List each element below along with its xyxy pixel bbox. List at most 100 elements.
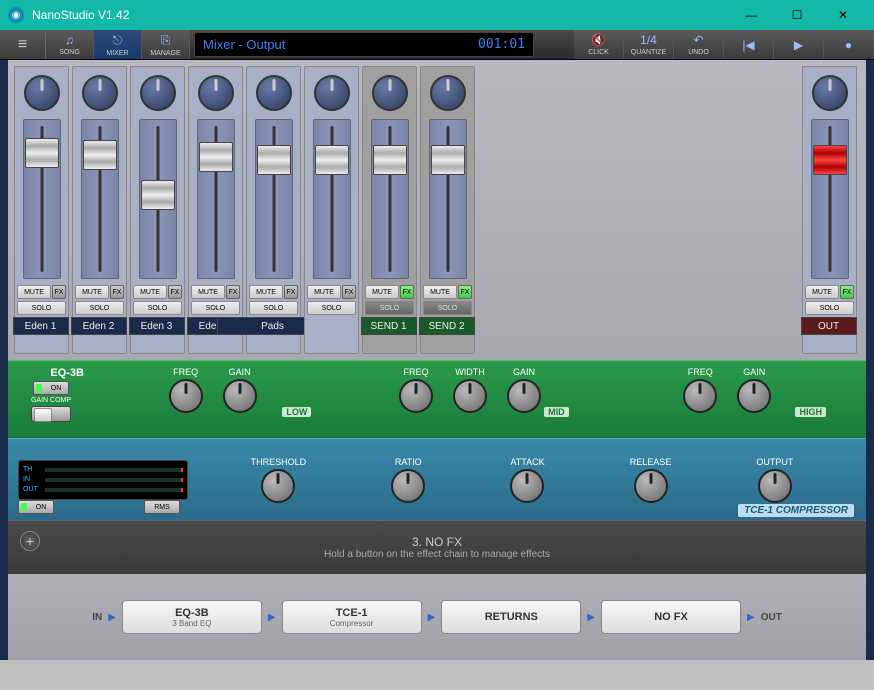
solo-button[interactable]: SOLO — [17, 301, 66, 315]
play-button[interactable]: ▶ — [774, 30, 824, 59]
solo-button[interactable]: SOLO — [191, 301, 240, 315]
chain-arrow-icon: ▶ — [747, 612, 755, 623]
pan-knob[interactable] — [372, 75, 408, 111]
fader-track[interactable] — [23, 119, 61, 279]
fader-handle[interactable] — [25, 138, 59, 168]
low-freq-knob[interactable] — [169, 379, 203, 413]
channel-pads-r: MUTEFX SOLO — [304, 66, 359, 354]
mixer-tab[interactable]: ⎋MIXER — [94, 30, 142, 59]
fader-track[interactable] — [81, 119, 119, 279]
comp-on-button[interactable]: ON — [18, 500, 54, 514]
maximize-button[interactable]: ☐ — [774, 0, 820, 30]
fader-handle[interactable] — [257, 145, 291, 175]
channel-label[interactable]: Eden 2 — [71, 317, 127, 335]
solo-button[interactable]: SOLO — [307, 301, 356, 315]
output-knob[interactable] — [758, 469, 792, 503]
quantize-button[interactable]: 1/4QUANTIZE — [624, 30, 674, 59]
fader-handle[interactable] — [141, 180, 175, 210]
fx-button[interactable]: FX — [458, 285, 472, 299]
fx-button[interactable]: FX — [168, 285, 182, 299]
solo-button[interactable]: SOLO — [365, 301, 414, 315]
chain-slot-eq[interactable]: EQ-3B3 Band EQ — [122, 600, 262, 634]
mid-gain-knob[interactable] — [507, 379, 541, 413]
menu-button[interactable]: ≡ — [0, 30, 46, 59]
fader-track[interactable] — [811, 119, 849, 279]
release-knob[interactable] — [634, 469, 668, 503]
pan-knob[interactable] — [140, 75, 176, 111]
channel-label[interactable]: Eden 1 — [13, 317, 69, 335]
solo-button[interactable]: SOLO — [423, 301, 472, 315]
fader-track[interactable] — [429, 119, 467, 279]
fader-handle[interactable] — [813, 145, 847, 175]
high-gain-knob[interactable] — [737, 379, 771, 413]
eq-mid-band: FREQ WIDTH GAIN MID — [341, 367, 598, 413]
fader-track[interactable] — [139, 119, 177, 279]
rms-button[interactable]: RMS — [144, 500, 180, 514]
high-freq-knob[interactable] — [683, 379, 717, 413]
mute-button[interactable]: MUTE — [191, 285, 225, 299]
pan-knob[interactable] — [256, 75, 292, 111]
fader-handle[interactable] — [431, 145, 465, 175]
chain-slot-nofx[interactable]: NO FX — [601, 600, 741, 634]
rewind-button[interactable]: |◀ — [724, 30, 774, 59]
fader-track[interactable] — [197, 119, 235, 279]
mid-width-knob[interactable] — [453, 379, 487, 413]
mute-button[interactable]: MUTE — [365, 285, 399, 299]
mid-freq-knob[interactable] — [399, 379, 433, 413]
comp-title: TCE-1 COMPRESSOR — [738, 504, 854, 517]
pan-knob[interactable] — [430, 75, 466, 111]
channel-label[interactable]: SEND 1 — [361, 317, 417, 335]
click-button[interactable]: 🔇CLICK — [574, 30, 624, 59]
mute-button[interactable]: MUTE — [75, 285, 109, 299]
fx-button[interactable]: FX — [342, 285, 356, 299]
pan-knob[interactable] — [314, 75, 350, 111]
eq-on-button[interactable]: ON — [33, 381, 69, 395]
mute-button[interactable]: MUTE — [423, 285, 457, 299]
fx-button[interactable]: FX — [110, 285, 124, 299]
threshold-knob[interactable] — [261, 469, 295, 503]
fader-track[interactable] — [313, 119, 351, 279]
mixer-panel: MUTEFXSOLO Eden 1 MUTEFXSOLO Eden 2 MUTE… — [8, 60, 866, 360]
add-fx-button[interactable]: + — [20, 531, 40, 551]
fx-button[interactable]: FX — [52, 285, 66, 299]
song-tab[interactable]: ♫SONG — [46, 30, 94, 59]
minimize-button[interactable]: — — [728, 0, 774, 30]
solo-button[interactable]: SOLO — [75, 301, 124, 315]
fx-button[interactable]: FX — [400, 285, 414, 299]
solo-button[interactable]: SOLO — [805, 301, 854, 315]
ratio-knob[interactable] — [391, 469, 425, 503]
low-gain-knob[interactable] — [223, 379, 257, 413]
fader-handle[interactable] — [373, 145, 407, 175]
mute-button[interactable]: MUTE — [249, 285, 283, 299]
pan-knob[interactable] — [812, 75, 848, 111]
pan-knob[interactable] — [198, 75, 234, 111]
fader-handle[interactable] — [315, 145, 349, 175]
mute-button[interactable]: MUTE — [307, 285, 341, 299]
fader-track[interactable] — [255, 119, 293, 279]
attack-knob[interactable] — [510, 469, 544, 503]
channel-label[interactable]: Eden 3 — [129, 317, 185, 335]
pan-knob[interactable] — [82, 75, 118, 111]
record-button[interactable]: ● — [824, 30, 874, 59]
mute-button[interactable]: MUTE — [133, 285, 167, 299]
channel-label[interactable]: SEND 2 — [419, 317, 475, 335]
undo-button[interactable]: ↶UNDO — [674, 30, 724, 59]
chain-slot-returns[interactable]: RETURNS — [441, 600, 581, 634]
mute-button[interactable]: MUTE — [805, 285, 839, 299]
mute-button[interactable]: MUTE — [17, 285, 51, 299]
pan-knob[interactable] — [24, 75, 60, 111]
fader-handle[interactable] — [83, 140, 117, 170]
fx-button[interactable]: FX — [226, 285, 240, 299]
solo-button[interactable]: SOLO — [133, 301, 182, 315]
fx-button[interactable]: FX — [284, 285, 298, 299]
gain-comp-switch[interactable] — [31, 406, 71, 422]
close-button[interactable]: ✕ — [820, 0, 866, 30]
channel-label[interactable]: OUT — [801, 317, 857, 335]
fader-handle[interactable] — [199, 142, 233, 172]
fader-track[interactable] — [371, 119, 409, 279]
solo-button[interactable]: SOLO — [249, 301, 298, 315]
fx-button[interactable]: FX — [840, 285, 854, 299]
manage-tab[interactable]: ⎘MANAGE — [142, 30, 190, 59]
chain-slot-comp[interactable]: TCE-1Compressor — [282, 600, 422, 634]
comp-meter: TH IN OUT — [18, 460, 188, 500]
